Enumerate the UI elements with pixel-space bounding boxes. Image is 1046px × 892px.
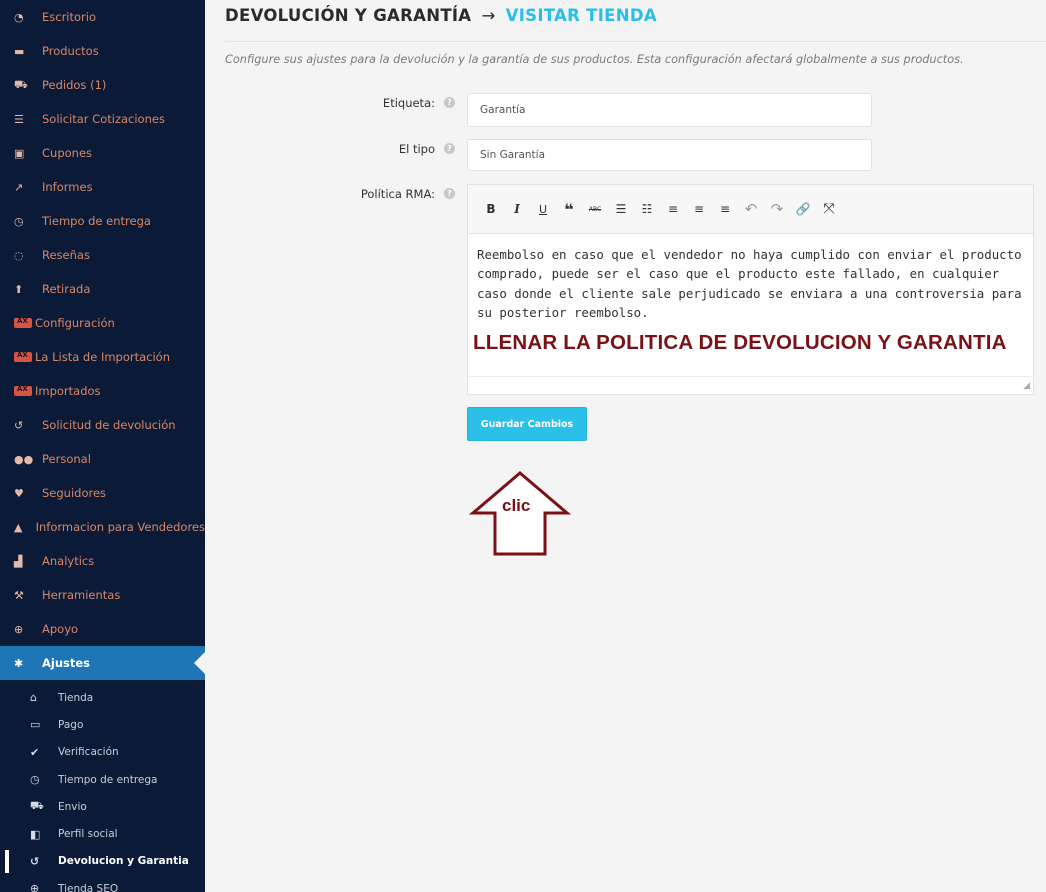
briefcase-icon: ▬	[14, 44, 25, 58]
type-select[interactable]: Sin Garantía	[467, 139, 872, 171]
sidebar-item-apoyo[interactable]: ⊕ Apoyo	[0, 612, 205, 646]
sidebar-subitem-perfil-social[interactable]: ◧ Perfil social	[0, 820, 205, 847]
undo-icon: ↺	[14, 418, 24, 432]
sidebar-item-resenas[interactable]: ◌ Reseñas	[0, 238, 205, 272]
policy-editor[interactable]: B I U ❝ ABC ☰ ☷ ≡ ≡ ≡ ↶ ↷ 🔗 ⤧ Reembolso …	[467, 184, 1034, 395]
sidebar: ◔ Escritorio ▬ Productos ⛟ Pedidos (1) ☰…	[0, 0, 205, 892]
bell-icon: ▲	[14, 520, 23, 534]
aliexpress-logo-icon	[14, 385, 34, 396]
policy-field-label: Política RMA:	[360, 187, 435, 201]
sidebar-item-solicitud-devolucion[interactable]: ↺ Solicitud de devolución	[0, 408, 205, 442]
help-icon[interactable]: ?	[444, 143, 455, 154]
sidebar-item-productos[interactable]: ▬ Productos	[0, 34, 205, 68]
sidebar-item-retirada[interactable]: ⬆ Retirada	[0, 272, 205, 306]
heart-icon: ♥	[14, 486, 24, 500]
sidebar-item-herramientas[interactable]: ⚒ Herramientas	[0, 578, 205, 612]
sidebar-item-lista-importacion[interactable]: La Lista de Importación	[0, 340, 205, 374]
wrench-icon: ⚒	[14, 588, 24, 602]
page-title: DEVOLUCIÓN Y GARANTÍA → VISITAR TIENDA	[225, 6, 657, 25]
editor-toolbar: B I U ❝ ABC ☰ ☷ ≡ ≡ ≡ ↶ ↷ 🔗 ⤧	[468, 185, 1033, 234]
upload-icon: ⬆	[14, 282, 24, 296]
sidebar-item-tiempo-entrega[interactable]: ◷ Tiempo de entrega	[0, 204, 205, 238]
page-description: Configure sus ajustes para la devolución…	[225, 53, 964, 66]
link-icon[interactable]: 🔗	[790, 199, 816, 219]
sidebar-subitem-tienda-seo[interactable]: ⊕ Tienda SEO	[0, 875, 205, 892]
aliexpress-logo-icon	[14, 317, 34, 328]
editor-status-bar: ◢	[468, 376, 1033, 394]
sidebar-subitem-tienda[interactable]: ⌂ Tienda	[0, 684, 205, 711]
save-changes-button[interactable]: Guardar Cambios	[467, 407, 587, 441]
header-divider	[225, 41, 1046, 42]
sidebar-item-ajustes[interactable]: ✱ Ajustes	[0, 646, 205, 680]
help-icon[interactable]: ?	[444, 97, 455, 108]
dashboard-icon: ◔	[14, 10, 24, 24]
comments-icon: ◌	[14, 248, 24, 262]
annotation-arrow-text: clic	[502, 496, 531, 515]
align-center-icon[interactable]: ≡	[686, 199, 712, 219]
clock-icon: ◷	[14, 214, 24, 228]
sidebar-subitem-envio[interactable]: ⛟ Envio	[0, 793, 205, 820]
sidebar-item-informes[interactable]: ↗ Informes	[0, 170, 205, 204]
strikethrough-icon[interactable]: ABC	[582, 199, 608, 219]
credit-card-icon: ▭	[30, 718, 41, 732]
bold-icon[interactable]: B	[478, 199, 504, 219]
sidebar-item-personal[interactable]: ●● Personal	[0, 442, 205, 476]
clock-icon: ◷	[30, 773, 40, 787]
sidebar-item-configuracion[interactable]: Configuración	[0, 306, 205, 340]
share-icon: ◧	[30, 827, 41, 841]
policy-text[interactable]: Reembolso en caso que el vendedor no hay…	[477, 245, 1025, 322]
users-icon: ●●	[14, 452, 34, 466]
type-field-label: El tipo	[398, 142, 435, 156]
resize-grip-icon[interactable]: ◢	[1023, 381, 1030, 391]
blockquote-icon[interactable]: ❝	[556, 199, 582, 219]
annotation-note: LLENAR LA POLITICA DE DEVOLUCION Y GARAN…	[473, 331, 1007, 354]
title-arrow: →	[481, 6, 496, 25]
bullet-list-icon[interactable]: ☰	[608, 199, 634, 219]
aliexpress-logo-icon	[14, 351, 34, 362]
list-icon: ☰	[14, 112, 24, 126]
label-field-label: Etiqueta:	[382, 96, 435, 110]
check-icon: ✔	[30, 745, 40, 759]
cart-icon: ⛟	[14, 77, 28, 91]
chart-icon: ↗	[14, 180, 24, 194]
help-icon[interactable]: ?	[444, 188, 455, 199]
sidebar-subitem-tiempo-entrega[interactable]: ◷ Tiempo de entrega	[0, 766, 205, 793]
gear-icon: ✱	[14, 656, 24, 670]
sidebar-item-cotizaciones[interactable]: ☰ Solicitar Cotizaciones	[0, 102, 205, 136]
sidebar-item-seguidores[interactable]: ♥ Seguidores	[0, 476, 205, 510]
area-chart-icon: ▟	[14, 554, 23, 568]
life-ring-icon: ⊕	[14, 622, 24, 636]
sidebar-item-importados[interactable]: Importados	[0, 374, 205, 408]
sidebar-item-pedidos[interactable]: ⛟ Pedidos (1)	[0, 68, 205, 102]
undo-icon[interactable]: ↶	[738, 199, 764, 219]
page-title-text: DEVOLUCIÓN Y GARANTÍA	[225, 6, 472, 25]
undo-icon: ↺	[30, 854, 40, 868]
bank-icon: ⌂	[30, 691, 37, 705]
underline-icon[interactable]: U	[530, 199, 556, 219]
sidebar-subitem-devolucion-garantia[interactable]: ↺ Devolucion y Garantia	[0, 848, 205, 875]
sidebar-subitem-verificacion[interactable]: ✔ Verificación	[0, 739, 205, 766]
sidebar-item-analytics[interactable]: ▟ Analytics	[0, 544, 205, 578]
globe-icon: ⊕	[30, 882, 40, 892]
align-right-icon[interactable]: ≡	[712, 199, 738, 219]
sidebar-item-escritorio[interactable]: ◔ Escritorio	[0, 0, 205, 34]
label-input[interactable]: Garantía	[467, 93, 872, 127]
gift-icon: ▣	[14, 146, 25, 160]
sidebar-subitem-pago[interactable]: ▭ Pago	[0, 711, 205, 738]
redo-icon[interactable]: ↷	[764, 199, 790, 219]
align-left-icon[interactable]: ≡	[660, 199, 686, 219]
sidebar-item-cupones[interactable]: ▣ Cupones	[0, 136, 205, 170]
numbered-list-icon[interactable]: ☷	[634, 199, 660, 219]
main-content: DEVOLUCIÓN Y GARANTÍA → VISITAR TIENDA C…	[205, 0, 1046, 892]
sidebar-item-informacion-vendedores[interactable]: ▲ Informacion para Vendedores	[0, 510, 205, 544]
italic-icon[interactable]: I	[504, 199, 530, 219]
truck-icon: ⛟	[30, 799, 44, 813]
visit-store-link[interactable]: VISITAR TIENDA	[506, 6, 657, 25]
fullscreen-icon[interactable]: ⤧	[816, 199, 842, 219]
